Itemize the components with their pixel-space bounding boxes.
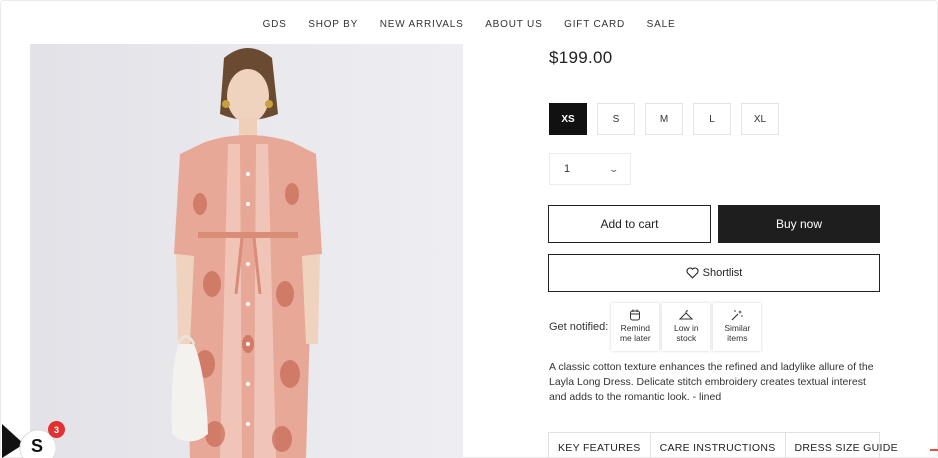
nav-item-gift-card[interactable]: GIFT CARD (564, 19, 625, 30)
size-option-m[interactable]: M (645, 103, 683, 135)
nav-item-about-us[interactable]: ABOUT US (485, 19, 542, 30)
product-price: $199.00 (549, 48, 613, 67)
size-option-xl[interactable]: XL (741, 103, 779, 135)
shortlist-button[interactable]: Shortlist (548, 254, 880, 292)
calendar-icon (630, 309, 641, 321)
buy-now-button[interactable]: Buy now (718, 205, 880, 243)
nav-item-sale[interactable]: SALE (647, 19, 676, 30)
product-description: A classic cotton texture enhances the re… (549, 361, 874, 403)
size-selector: XS S M L XL (549, 103, 779, 135)
nav-item-new-arrivals[interactable]: NEW ARRIVALS (380, 19, 464, 30)
notification-badge: 3 (48, 421, 65, 438)
hanger-icon (679, 310, 694, 320)
get-notified-label: Get notified: (549, 321, 609, 333)
tab-key-features[interactable]: KEY FEATURES (549, 433, 651, 458)
add-to-cart-button[interactable]: Add to cart (548, 205, 711, 243)
get-notified-section: Get notified: Remind me later Low in sto… (549, 303, 764, 351)
size-option-xs[interactable]: XS (549, 103, 587, 135)
quantity-value: 1 (564, 163, 571, 175)
edge-marker (930, 449, 938, 451)
product-info-tabs: KEY FEATURES CARE INSTRUCTIONS DRESS SIZ… (548, 432, 898, 458)
product-image[interactable] (30, 44, 463, 458)
heart-icon (686, 267, 699, 279)
remind-me-later-option[interactable]: Remind me later (611, 303, 660, 351)
low-in-stock-option[interactable]: Low in stock (662, 303, 711, 351)
chevron-down-icon: ⌄ (608, 163, 620, 174)
quantity-select[interactable]: 1 ⌄ (549, 153, 631, 185)
tab-care-instructions[interactable]: CARE INSTRUCTIONS (651, 433, 786, 458)
shortlist-label: Shortlist (702, 267, 743, 279)
nav-item-shop-by[interactable]: SHOP BY (308, 19, 358, 30)
magic-wand-icon (731, 310, 744, 321)
model-photo (30, 44, 463, 458)
tab-dress-size-guide[interactable]: DRESS SIZE GUIDE (786, 433, 907, 458)
size-option-l[interactable]: L (693, 103, 731, 135)
widget-logo-letter: S (31, 436, 44, 456)
main-navigation: GDS SHOP BY NEW ARRIVALS ABOUT US GIFT C… (0, 19, 938, 30)
size-option-s[interactable]: S (597, 103, 635, 135)
similar-items-option[interactable]: Similar items (713, 303, 762, 351)
nav-item-gds[interactable]: GDS (263, 19, 287, 30)
